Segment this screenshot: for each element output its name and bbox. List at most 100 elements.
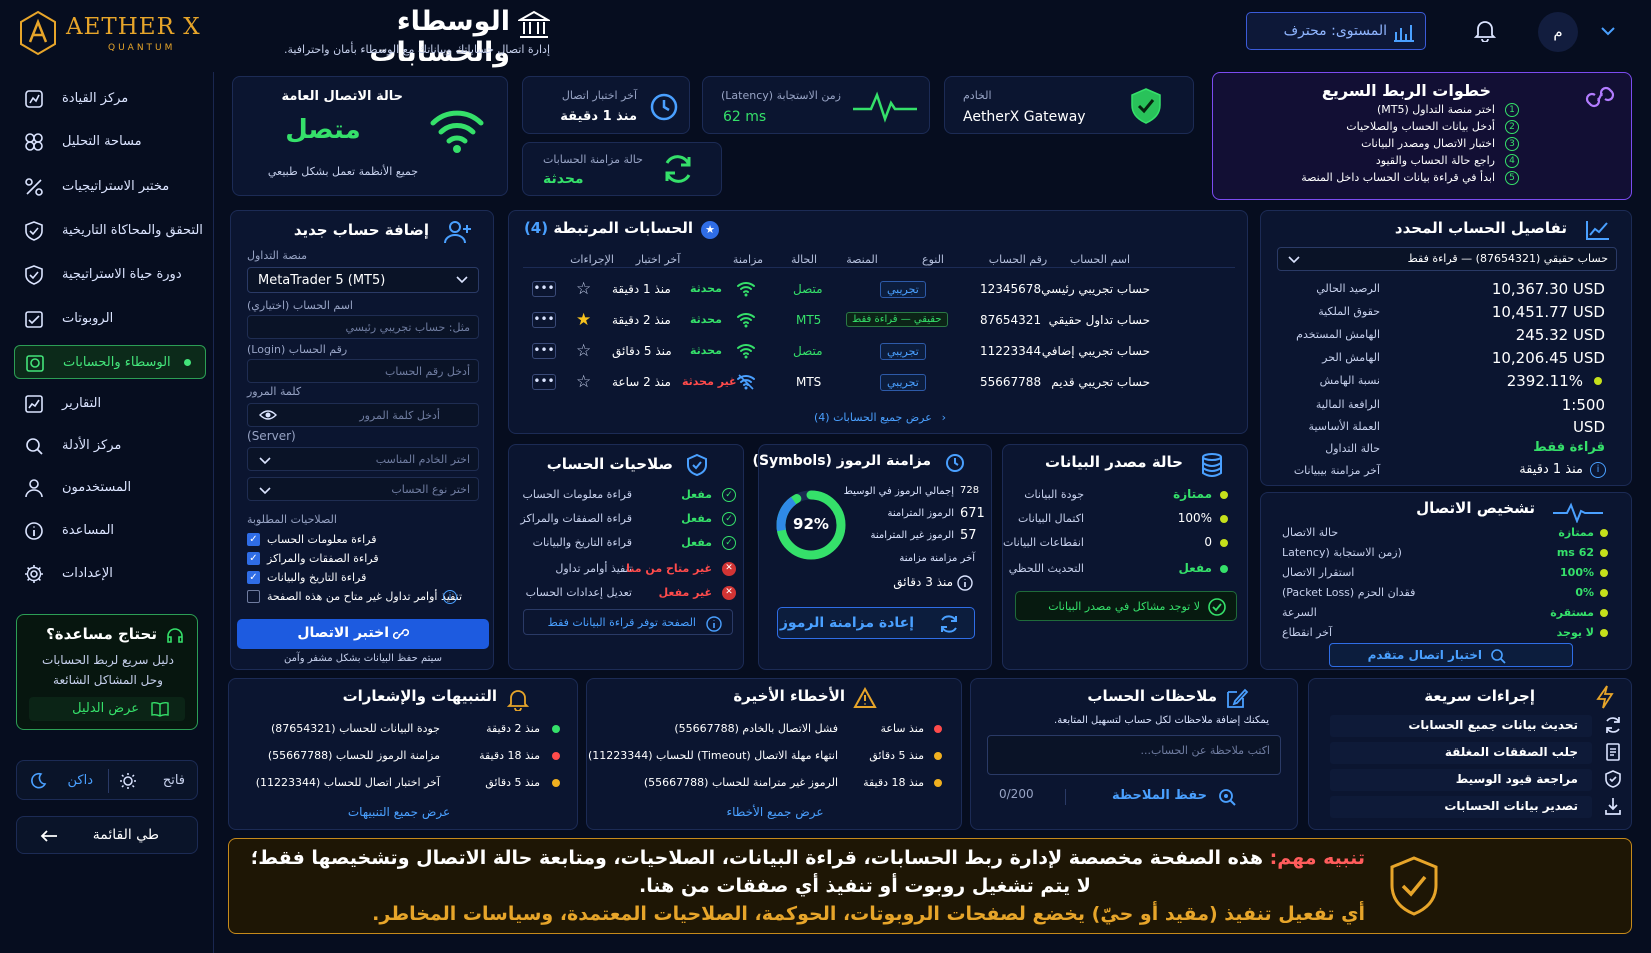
quick-action-button[interactable]: تحديث بيانات جميع الحسابات xyxy=(1330,715,1592,737)
sidebar-item-label: مركز الأدلة xyxy=(62,438,122,453)
save-note-button[interactable]: حفظ الملاحظة xyxy=(1081,783,1241,809)
add-account-panel: إضافة حساب جديد منصة التداول MetaTrader … xyxy=(230,210,494,670)
theme-toggle: فاتح داكن xyxy=(16,760,198,800)
advanced-test-button[interactable]: اختبار اتصال متقدم xyxy=(1329,643,1573,667)
favorite-star-icon[interactable]: ☆ xyxy=(576,372,591,392)
account-name-input[interactable]: مثل: حساب تجريبي رئيسي xyxy=(247,315,479,339)
permission-checkbox[interactable]: ✓ xyxy=(247,571,260,584)
view-guide-button[interactable]: عرض الدليل xyxy=(29,697,185,721)
permission-checkbox[interactable]: ✓ xyxy=(247,552,260,565)
resync-symbols-button[interactable]: إعادة مزامنة الرموز xyxy=(777,607,975,639)
permission-row-value: غير متاح من منا xyxy=(626,562,712,575)
connection-status-card: حالة الاتصال العامة متصل جميع الأنظمة تع… xyxy=(232,76,508,196)
error-text: انتهاء مهلة الاتصال (Timeout) للحساب (11… xyxy=(587,749,838,762)
status-dot xyxy=(1600,609,1608,617)
theme-light-option[interactable]: فاتح xyxy=(111,761,199,801)
detail-value: 1:500 xyxy=(1561,396,1605,414)
data-source-value: ممتازة xyxy=(1173,487,1212,501)
page-title: الوسطاء والحسابات xyxy=(369,6,510,68)
symbols-last-label: آخر مزامنة مزامنة xyxy=(899,553,975,564)
theme-dark-option[interactable]: داكن xyxy=(17,761,107,801)
detail-label: الرصيد الحالي xyxy=(1316,282,1380,295)
eye-icon[interactable] xyxy=(259,409,277,421)
account-selector[interactable]: حساب حقيقي (87654321) — قراءة فقط xyxy=(1277,247,1617,271)
platform-select[interactable]: MetaTrader 5 (MT5) xyxy=(247,267,479,293)
sidebar-item-4[interactable]: التحقق والمحاكاة التاريخية xyxy=(14,214,206,248)
more-actions-button[interactable]: ••• xyxy=(532,281,556,297)
account-platform: متصل xyxy=(793,344,823,358)
permission-row-value: غير مفعل xyxy=(658,586,712,599)
linked-accounts-title: الحسابات المرتبطة (4) xyxy=(524,219,693,237)
notes-input[interactable]: اكتب ملاحظة عن الحساب... xyxy=(987,735,1281,775)
view-all-errors-link[interactable]: عرض جميع الأخطاء xyxy=(587,805,963,819)
sidebar-item-3[interactable]: مختبر الاستراتيجيات xyxy=(14,170,206,204)
step-number: 5 xyxy=(1505,171,1519,185)
dashboard-icon xyxy=(24,89,44,109)
resync-symbols-label: إعادة مزامنة الرموز xyxy=(779,615,914,631)
favorite-star-icon[interactable]: ★ xyxy=(576,310,591,330)
sidebar-item-8[interactable]: التقارير xyxy=(14,387,206,421)
symbol-row-label: إجمالي الرموز في الوسيط xyxy=(843,486,954,497)
sidebar-item-2[interactable]: مساحة التحليل xyxy=(14,125,206,159)
sidebar-item-6[interactable]: الروبوتات xyxy=(14,302,206,336)
server-select[interactable]: اختر الخادم المناسب xyxy=(247,447,479,471)
sidebar-item-11[interactable]: المساعدة xyxy=(14,514,206,548)
sidebar-item-7[interactable]: الوسطاء والحسابات xyxy=(14,345,206,379)
more-actions-button[interactable]: ••• xyxy=(532,312,556,328)
status-dot xyxy=(1594,377,1602,385)
favorite-star-icon[interactable]: ☆ xyxy=(576,279,591,299)
account-type-badge: تجريبي xyxy=(880,281,926,298)
sidebar-item-5[interactable]: دورة حياة الاستراتيجية xyxy=(14,258,206,292)
shield-check-icon xyxy=(1390,856,1438,916)
collapse-menu-button[interactable]: طي القائمة xyxy=(16,816,198,854)
latency-value: 62 ms xyxy=(723,109,767,125)
symbol-row-value: 671 xyxy=(960,506,985,521)
notes-panel: ملاحظات الحساب يمكنك إضافة ملاحظات لكل ح… xyxy=(970,678,1298,830)
notes-desc: يمكنك إضافة ملاحظات لكل حساب لتسهيل المت… xyxy=(1054,715,1269,726)
diagnostic-value: مستقرة xyxy=(1550,606,1594,619)
link-icon xyxy=(1585,86,1615,108)
level-label: المستوى: محترف xyxy=(1283,23,1387,39)
view-all-alerts-link[interactable]: عرض جميع التنبيهات xyxy=(229,805,569,819)
login-input[interactable]: أدخل رقم الحساب xyxy=(247,359,479,383)
more-actions-button[interactable]: ••• xyxy=(532,374,556,390)
refresh-icon xyxy=(665,155,691,183)
sun-icon xyxy=(120,773,136,789)
avatar[interactable]: م xyxy=(1538,12,1578,52)
level-badge[interactable]: المستوى: محترف xyxy=(1246,12,1426,50)
bell-icon[interactable] xyxy=(1474,18,1496,42)
quick-action-button[interactable]: جلب الصفقات المغلقة xyxy=(1330,742,1592,764)
account-type-badge: تجريبي xyxy=(880,343,926,360)
step-label: اختبار الاتصال ومصدر البيانات xyxy=(1361,137,1495,150)
headset-icon xyxy=(167,628,183,643)
password-placeholder: أدخل كلمة المرور xyxy=(359,409,440,422)
more-actions-button[interactable]: ••• xyxy=(532,343,556,359)
evidence-icon xyxy=(24,436,44,456)
step-number: 4 xyxy=(1505,154,1519,168)
table-header: مزامنة xyxy=(732,253,764,266)
sidebar-item-label: الروبوتات xyxy=(62,311,114,326)
detail-value: 10,367.30 USD xyxy=(1491,280,1605,298)
brand-sub: QUANTUM xyxy=(108,43,176,53)
quick-action-button[interactable]: مراجعة قيود الوسيط xyxy=(1330,769,1592,791)
view-all-accounts-link[interactable]: عرض جميع الحسابات (4) › xyxy=(780,410,980,424)
sidebar-item-9[interactable]: مركز الأدلة xyxy=(14,429,206,463)
symbols-percent: 92% xyxy=(793,515,829,533)
permission-row-value: مفعل xyxy=(681,512,712,525)
favorite-star-icon[interactable]: ☆ xyxy=(576,341,591,361)
diagnostic-label: فقدان الحزم (Packet Loss) xyxy=(1282,586,1416,599)
quick-action-button[interactable]: تصدير بيانات الحسابات xyxy=(1330,796,1592,818)
permission-checkbox[interactable]: ✓ xyxy=(247,533,260,546)
error-text: فشل الاتصال بالخادم (55667788) xyxy=(674,722,838,735)
account-type-select[interactable]: اختر نوع الحساب xyxy=(247,477,479,501)
quick-actions-title: إجراءات سريعة xyxy=(1424,687,1535,705)
sidebar-item-1[interactable]: مركز القيادة xyxy=(14,82,206,116)
x-circle-icon: ✕ xyxy=(722,562,736,576)
last-test: منذ 5 دقائق xyxy=(612,344,672,358)
sidebar-item-10[interactable]: المستخدمون xyxy=(14,471,206,505)
test-connection-button[interactable]: اختبر الاتصال xyxy=(237,619,489,649)
sidebar-item-12[interactable]: الإعدادات xyxy=(14,557,206,591)
chevron-down-icon[interactable] xyxy=(1600,26,1616,36)
password-input[interactable]: أدخل كلمة المرور xyxy=(247,403,479,427)
permission-checkbox[interactable] xyxy=(247,590,260,603)
